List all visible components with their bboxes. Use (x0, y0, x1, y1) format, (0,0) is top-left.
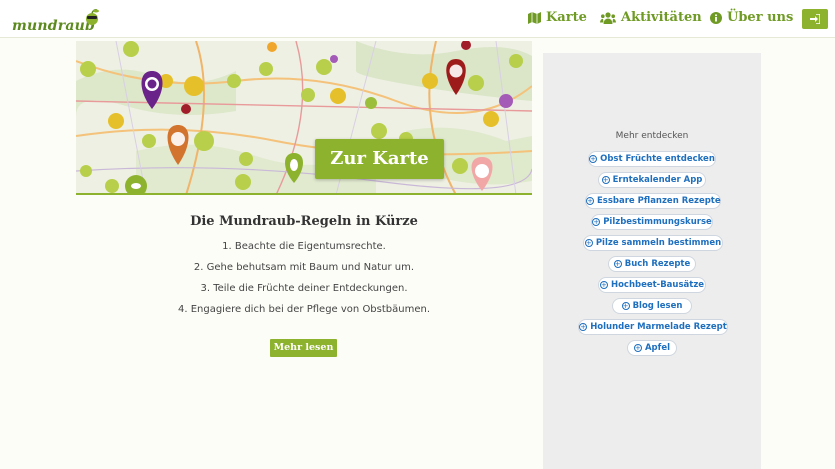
rules-heading: Die Mundraub-Regeln in Kürze (190, 214, 418, 229)
sidebar-link-essbare-pflanzen[interactable]: + Essbare Pflanzen Rezepte (585, 193, 721, 209)
sign-in-icon (810, 14, 820, 24)
sidebar-link-hochbeet[interactable]: + Hochbeet-Bausätze (598, 277, 706, 293)
apple-logo-icon (86, 9, 99, 25)
rule-item: 3. Teile die Früchte deiner Entdeckungen… (200, 283, 408, 294)
info-icon (710, 11, 722, 24)
rules-list: 1. Beachte die Eigentumsrechte. 2. Gehe … (76, 239, 532, 323)
mehr-lesen-button[interactable]: Mehr lesen (270, 339, 337, 357)
nav-label: Aktivitäten (621, 10, 702, 25)
sidebar: Mehr entdecken + Obst Früchte entdecken +… (543, 53, 761, 469)
sidebar-link-blog[interactable]: + Blog lesen (612, 298, 692, 314)
sidebar-link-label: Holunder Marmelade Rezept (590, 322, 727, 332)
rule-item: 4. Engagiere dich bei der Pflege von Obs… (177, 304, 431, 315)
plus-circle-icon: + (599, 281, 608, 289)
sidebar-link-label: Blog lesen (632, 301, 683, 311)
sidebar-link-label: Obst Früchte entdecken (600, 154, 715, 164)
sidebar-link-label: Buch Rezepte (624, 259, 691, 269)
plus-circle-icon: + (584, 239, 593, 247)
sidebar-link-label: Apfel (644, 343, 671, 353)
plus-circle-icon: + (589, 155, 598, 163)
plus-circle-icon: + (633, 344, 642, 352)
plus-circle-icon: + (579, 323, 588, 331)
sidebar-title: Mehr entdecken (615, 131, 689, 141)
login-button[interactable] (802, 9, 828, 29)
sidebar-link-pilze-sammeln[interactable]: + Pilze sammeln bestimmen (583, 235, 723, 251)
sidebar-link-label: Pilze sammeln bestimmen (595, 238, 722, 248)
sidebar-link-label: Hochbeet-Bausätze (610, 280, 705, 290)
zur-karte-button[interactable]: Zur Karte (315, 139, 444, 179)
rule-item: 1. Beachte die Eigentumsrechte. (222, 241, 386, 252)
rule-item: 2. Gehe behutsam mit Baum und Natur um. (193, 262, 415, 273)
map-banner[interactable]: Zur Karte (76, 41, 532, 195)
map-icon (528, 11, 541, 24)
sidebar-link-pilzbestimmung[interactable]: + Pilzbestimmungskurse (591, 214, 713, 230)
sidebar-link-holunder[interactable]: + Holunder Marmelade Rezept (578, 319, 728, 335)
nav-label: Karte (546, 10, 587, 25)
nav-ueber-uns[interactable]: Über uns (710, 10, 793, 25)
sidebar-link-label: Essbare Pflanzen Rezepte (597, 196, 721, 206)
sidebar-link-obst[interactable]: + Obst Früchte entdecken (588, 151, 716, 167)
plus-circle-icon: + (621, 302, 630, 310)
sidebar-link-apfel[interactable]: + Apfel (627, 340, 677, 356)
sidebar-link-buch-rezepte[interactable]: + Buch Rezepte (608, 256, 696, 272)
nav-label: Über uns (727, 10, 794, 25)
plus-circle-icon: + (601, 176, 610, 184)
map-background (76, 41, 532, 193)
sidebar-link-label: Pilzbestimmungskurse (603, 217, 712, 227)
users-icon (600, 11, 616, 24)
plus-circle-icon: + (613, 260, 622, 268)
sidebar-link-label: Erntekalender App (612, 175, 703, 185)
plus-circle-icon: + (586, 197, 594, 205)
sidebar-link-erntekalender[interactable]: + Erntekalender App (598, 172, 706, 188)
top-header: mundraub Karte Aktivitäten Über uns (0, 0, 835, 38)
nav-aktivitaeten[interactable]: Aktivitäten (600, 10, 702, 25)
nav-karte[interactable]: Karte (528, 10, 587, 25)
plus-circle-icon: + (592, 218, 601, 226)
